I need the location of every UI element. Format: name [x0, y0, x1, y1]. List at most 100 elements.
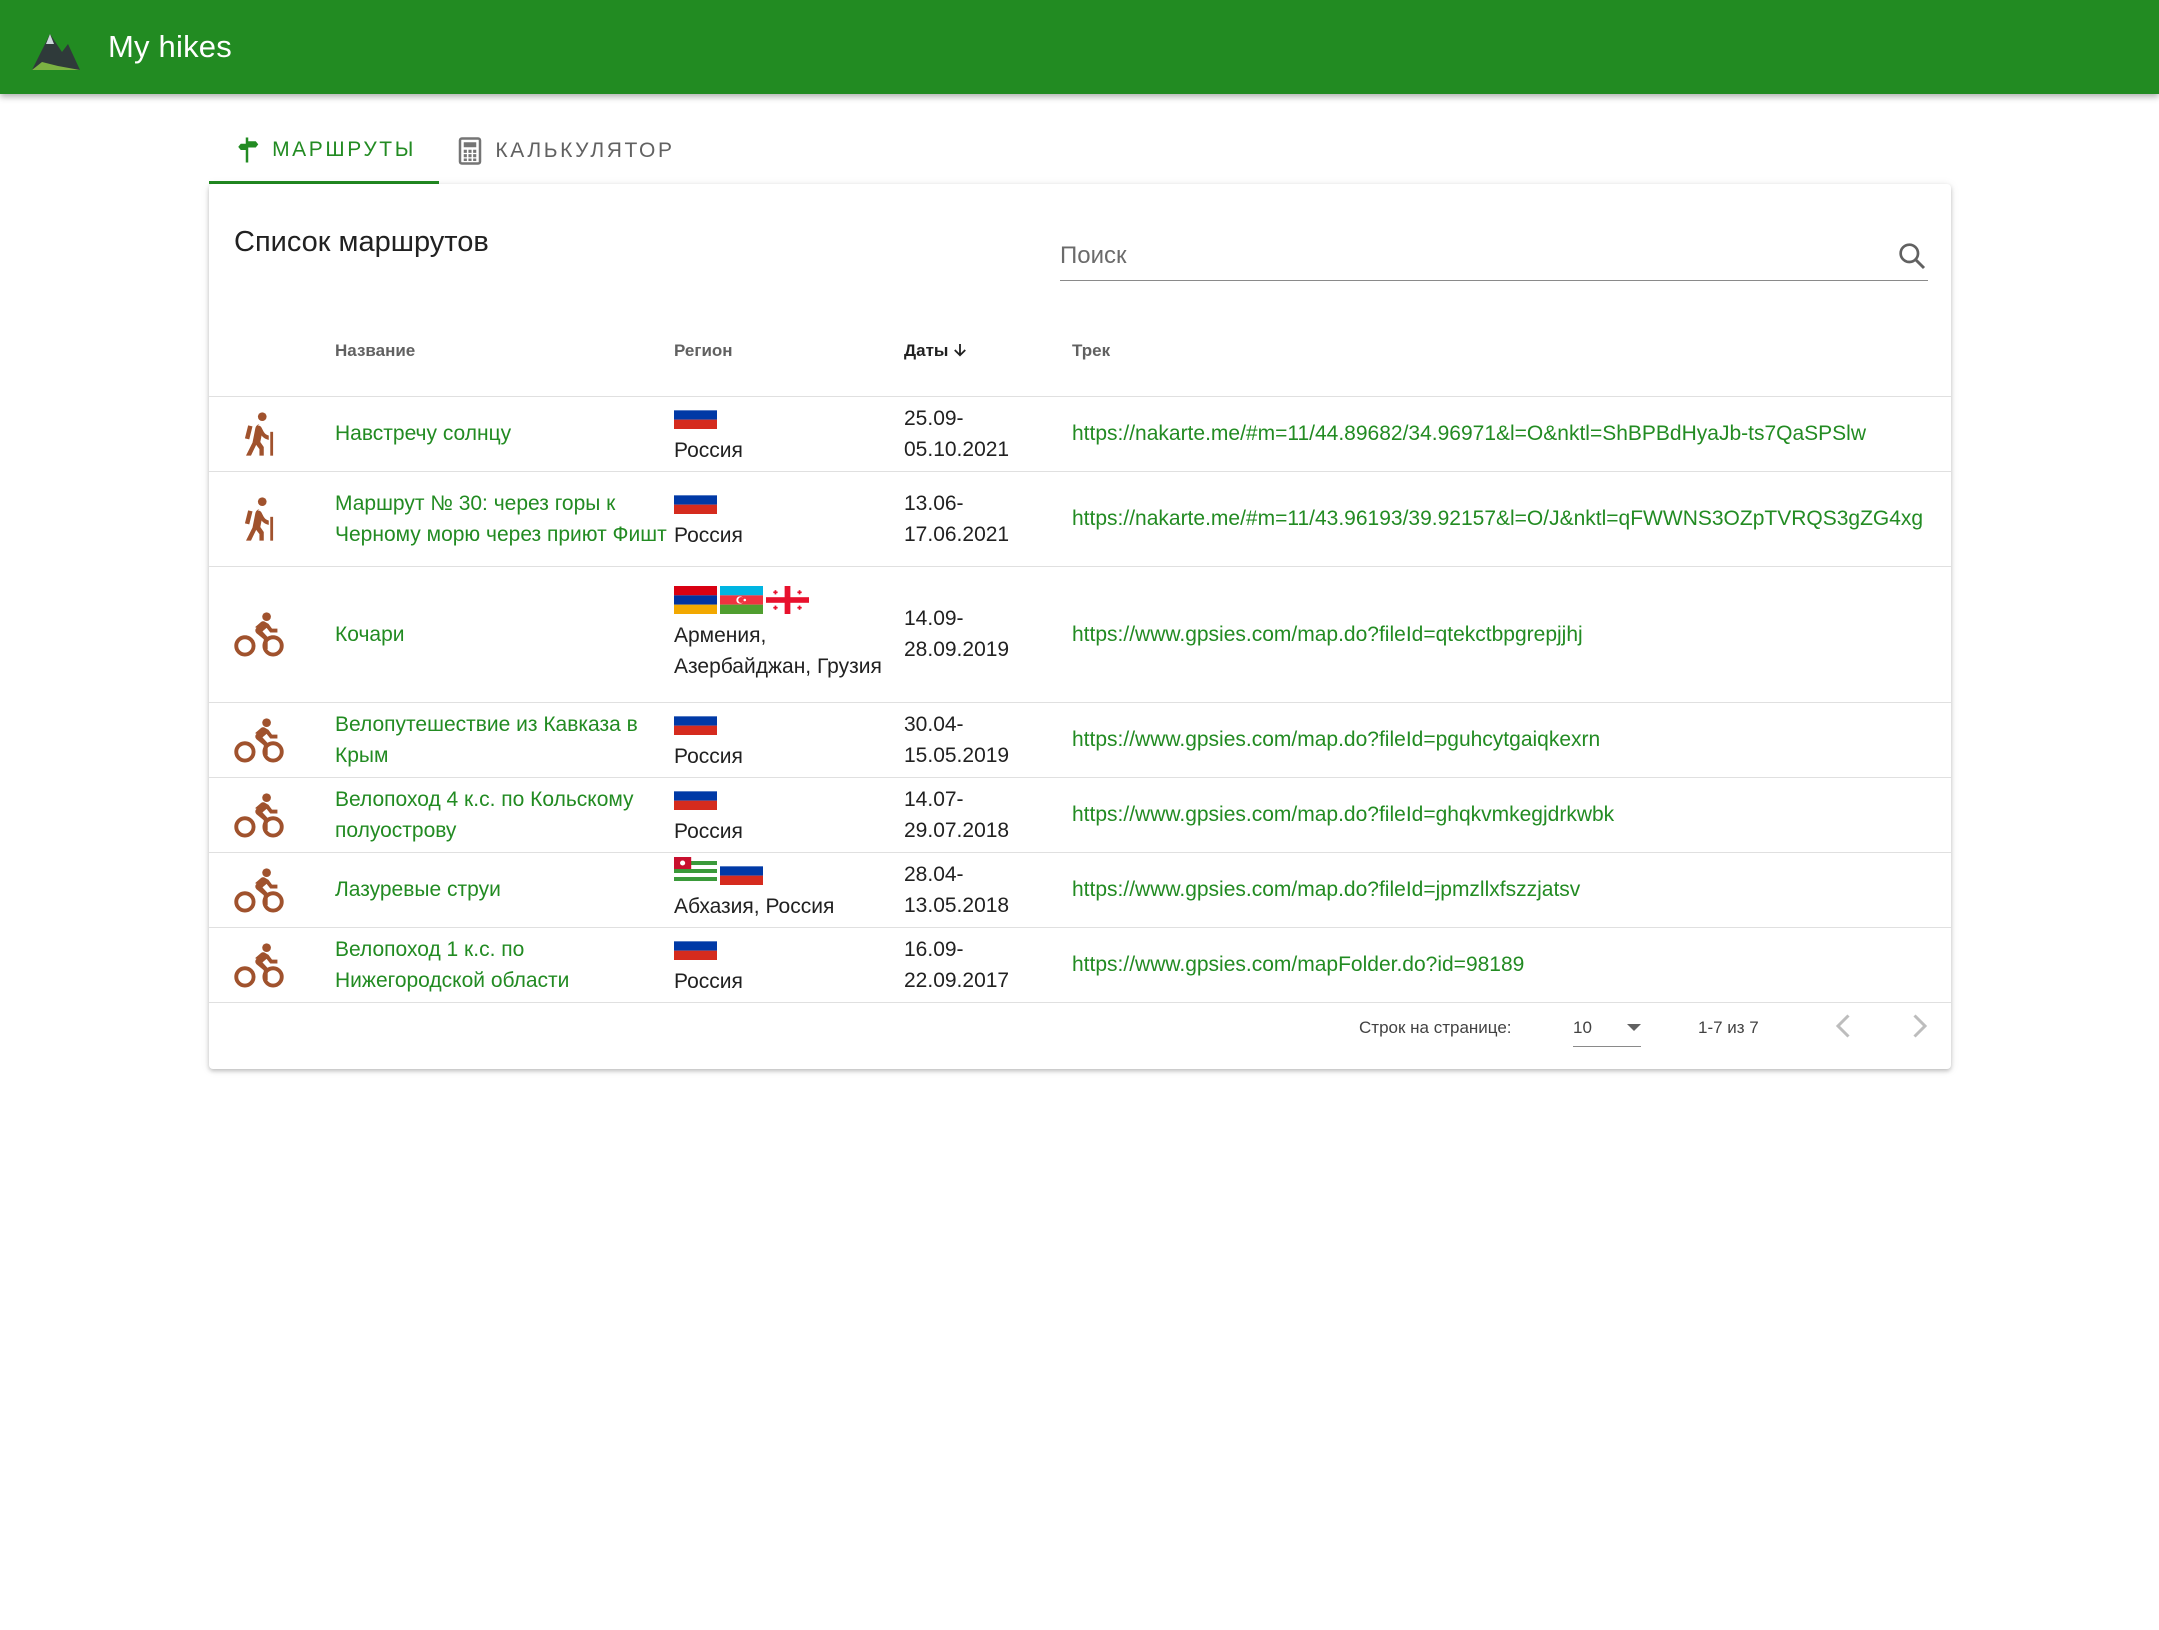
track-link[interactable]: https://nakarte.me/#m=11/44.89682/34.969…: [1072, 422, 1866, 445]
flags-group: [674, 782, 904, 810]
track-link[interactable]: https://www.gpsies.com/mapFolder.do?id=9…: [1072, 953, 1524, 976]
region-name: Россия: [674, 524, 743, 547]
sort-descending-icon[interactable]: [951, 341, 969, 359]
flags-group: [674, 932, 904, 960]
route-dates-cell: 13.06- 17.06.2021: [904, 471, 1072, 567]
region-name: Россия: [674, 820, 743, 843]
dropdown-caret-icon: [1627, 1024, 1641, 1031]
table-row[interactable]: Лазуревые струи Абхазия, Россия 28.04- 13.0…: [209, 852, 1951, 928]
route-track-cell: https://nakarte.me/#m=11/44.89682/34.969…: [1072, 396, 1951, 472]
search-field: [1060, 236, 1928, 281]
page-range: 1-7 из 7: [1698, 1018, 1759, 1037]
flag-russia-icon: [674, 401, 717, 429]
route-name-cell: Маршрут № 30: через горы к Черному морю …: [335, 471, 674, 567]
route-name-link[interactable]: Велопоход 4 к.с. по Кольскому полуостров…: [335, 788, 634, 842]
rows-per-page-label: Строк на странице:: [1359, 1018, 1512, 1037]
calculator-icon: [459, 137, 482, 165]
signpost-icon: [238, 137, 259, 162]
flag-azerbaijan-icon: [720, 586, 763, 614]
previous-page-icon[interactable]: [1826, 1008, 1862, 1044]
tab-calculator[interactable]: КАЛЬКУЛЯТОР: [439, 118, 691, 184]
cycling-icon: [234, 792, 284, 838]
table-row[interactable]: Маршрут № 30: через горы к Черному морю …: [209, 471, 1951, 567]
flag-russia-icon: [674, 707, 717, 735]
rows-per-page-value: 10: [1573, 1018, 1592, 1037]
tab-routes[interactable]: МАРШРУТЫ: [209, 118, 439, 184]
track-link[interactable]: https://www.gpsies.com/map.do?fileId=qte…: [1072, 623, 1583, 646]
search-input[interactable]: [1060, 236, 1860, 276]
flags-group: [674, 857, 904, 885]
route-dates: 28.04- 13.05.2018: [904, 862, 1010, 917]
mountain-logo-icon: [32, 34, 80, 70]
track-link[interactable]: https://www.gpsies.com/map.do?fileId=jpm…: [1072, 878, 1580, 901]
table-row[interactable]: Велопоход 4 к.с. по Кольскому полуостров…: [209, 777, 1951, 853]
tab-bar: МАРШРУТЫ КАЛЬКУЛЯТОР: [209, 118, 691, 184]
route-region-cell: Абхазия, Россия: [674, 852, 904, 928]
route-dates-cell: 25.09- 05.10.2021: [904, 396, 1072, 472]
header-dates-label: Даты: [904, 340, 949, 360]
route-name-link[interactable]: Лазуревые струи: [335, 878, 501, 901]
route-type-cell: [209, 396, 335, 472]
region-name: Россия: [674, 745, 743, 768]
table-header-row: Название Регион Даты Трек: [209, 306, 1951, 397]
route-name-cell: Лазуревые струи: [335, 852, 674, 928]
route-dates: 30.04- 15.05.2019: [904, 712, 1010, 767]
flag-russia-icon: [674, 932, 717, 960]
flag-abkhazia-icon: [674, 857, 717, 885]
region-name: Россия: [674, 439, 743, 462]
flag-georgia-icon: [766, 586, 809, 614]
header-track-label: Трек: [1072, 340, 1111, 360]
table-row[interactable]: Велопутешествие из Кавказа в Крым Россия 3…: [209, 702, 1951, 778]
routes-card: Список маршрутов Название Регион Даты Тр…: [209, 184, 1951, 1069]
route-track-cell: https://www.gpsies.com/map.do?fileId=qte…: [1072, 566, 1951, 703]
route-region-cell: Россия: [674, 777, 904, 853]
route-name-link[interactable]: Велопутешествие из Кавказа в Крым: [335, 713, 638, 767]
route-type-cell: [209, 471, 335, 567]
route-region-cell: Россия: [674, 396, 904, 472]
card-title: Список маршрутов: [234, 226, 489, 258]
hiking-icon: [244, 496, 274, 541]
flag-armenia-icon: [674, 586, 717, 614]
track-link[interactable]: https://www.gpsies.com/map.do?fileId=pgu…: [1072, 728, 1600, 751]
route-dates: 14.09- 28.09.2019: [904, 607, 1010, 661]
route-dates: 25.09- 05.10.2021: [904, 406, 1010, 461]
route-name-cell: Велопутешествие из Кавказа в Крым: [335, 702, 674, 778]
route-dates-cell: 30.04- 15.05.2019: [904, 702, 1072, 778]
track-link[interactable]: https://nakarte.me/#m=11/43.96193/39.921…: [1072, 507, 1923, 530]
table-body: Навстречу солнцу Россия 25.09- 05.10.2021 ht…: [209, 396, 1951, 1003]
header-name[interactable]: Название: [335, 306, 674, 397]
route-name-link[interactable]: Маршрут № 30: через горы к Черному морю …: [335, 492, 667, 546]
search-icon[interactable]: [1896, 240, 1928, 272]
route-track-cell: https://www.gpsies.com/map.do?fileId=ghq…: [1072, 777, 1951, 853]
next-page-icon[interactable]: [1901, 1008, 1937, 1044]
track-link[interactable]: https://www.gpsies.com/map.do?fileId=ghq…: [1072, 803, 1614, 826]
route-type-cell: [209, 852, 335, 928]
header-track[interactable]: Трек: [1072, 306, 1951, 397]
route-region-cell: Россия: [674, 702, 904, 778]
route-name-cell: Навстречу солнцу: [335, 396, 674, 472]
header-region-label: Регион: [674, 340, 733, 360]
route-name-link[interactable]: Навстречу солнцу: [335, 422, 511, 445]
route-track-cell: https://www.gpsies.com/map.do?fileId=pgu…: [1072, 702, 1951, 778]
cycling-icon: [234, 612, 284, 657]
header-region[interactable]: Регион: [674, 306, 904, 397]
header-name-label: Название: [335, 340, 416, 360]
rows-per-page-select[interactable]: 10: [1573, 1006, 1641, 1047]
route-name-link[interactable]: Кочари: [335, 623, 404, 646]
route-dates: 13.06- 17.06.2021: [904, 491, 1010, 546]
route-region-cell: Армения, Азербайджан, Грузия: [674, 566, 904, 703]
routes-table: Название Регион Даты Трек Навстречу солн…: [209, 306, 1951, 1003]
app-title: My hikes: [108, 29, 232, 64]
table-row[interactable]: Кочари Армения, Азербайджан, Грузия 14.09-…: [209, 566, 1951, 703]
route-name-cell: Кочари: [335, 566, 674, 703]
flag-russia-icon: [674, 486, 717, 514]
flag-russia-icon: [674, 782, 717, 810]
table-row[interactable]: Навстречу солнцу Россия 25.09- 05.10.2021 ht…: [209, 396, 1951, 472]
cycling-icon: [234, 717, 284, 763]
cycling-icon: [234, 867, 284, 913]
header-dates[interactable]: Даты: [904, 306, 1072, 397]
route-track-cell: https://nakarte.me/#m=11/43.96193/39.921…: [1072, 471, 1951, 567]
flags-group: [674, 401, 904, 429]
route-name-cell: Велопоход 4 к.с. по Кольскому полуостров…: [335, 777, 674, 853]
route-dates-cell: 14.09- 28.09.2019: [904, 566, 1072, 703]
